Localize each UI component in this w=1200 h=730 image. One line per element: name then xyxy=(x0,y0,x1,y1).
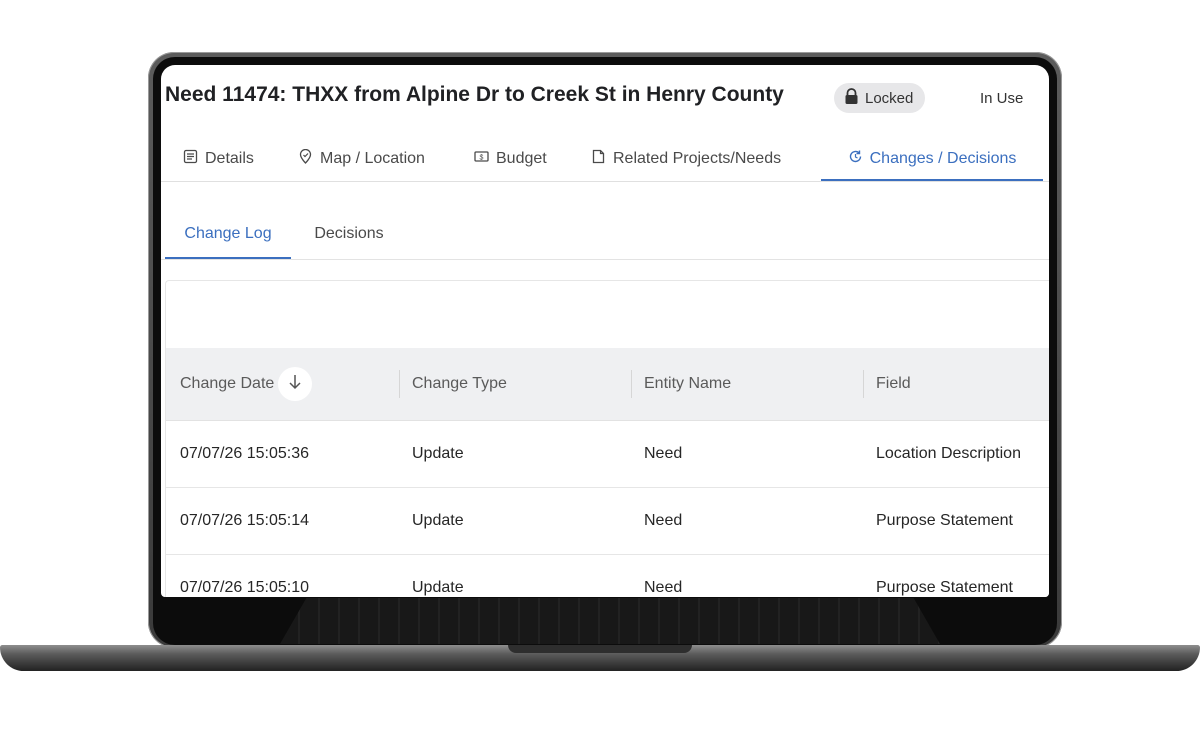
cell-entity-name: Need xyxy=(644,445,683,462)
sub-tabs: Change Log Decisions xyxy=(161,211,1049,260)
page-header: Need 11474: THXX from Alpine Dr to Creek… xyxy=(165,75,1045,115)
column-divider xyxy=(631,370,632,398)
cell-change-date: 07/07/26 15:05:14 xyxy=(180,512,310,529)
tab-related-projects[interactable]: Related Projects/Needs xyxy=(591,139,781,179)
table-row[interactable]: 07/07/26 15:05:14 Update Need Purpose St… xyxy=(166,488,1049,555)
column-header-field[interactable]: Field xyxy=(876,348,911,420)
laptop-keyboard-reflection xyxy=(280,598,940,644)
column-header-change-date[interactable]: Change Date xyxy=(180,348,313,420)
tab-label: Map / Location xyxy=(320,150,425,167)
column-divider xyxy=(399,370,400,398)
tab-label: Changes / Decisions xyxy=(869,150,1017,167)
tab-details[interactable]: Details xyxy=(183,139,254,179)
cell-change-type: Update xyxy=(412,579,464,596)
arrow-down-icon xyxy=(288,374,302,395)
subtab-decisions[interactable]: Decisions xyxy=(299,211,399,257)
change-log-table: Change Date Change Type Entity Name Fiel… xyxy=(165,280,1049,597)
lock-icon xyxy=(844,87,859,109)
history-icon xyxy=(848,149,863,169)
sort-button[interactable] xyxy=(278,367,313,401)
cell-change-date: 07/07/26 15:05:10 xyxy=(180,579,310,596)
tab-map-location[interactable]: Map / Location xyxy=(298,139,425,179)
tab-label: Details xyxy=(205,150,254,167)
in-use-status: In Use xyxy=(980,90,1024,107)
cell-entity-name: Need xyxy=(644,512,683,529)
app-screen: Need 11474: THXX from Alpine Dr to Creek… xyxy=(161,65,1049,597)
column-header-entity-name[interactable]: Entity Name xyxy=(644,348,731,420)
cell-change-type: Update xyxy=(412,445,464,462)
cell-change-type: Update xyxy=(412,512,464,529)
laptop-base-notch xyxy=(508,645,692,653)
map-pin-icon xyxy=(298,148,313,169)
column-header-label: Change Date xyxy=(180,375,275,392)
tab-label: Related Projects/Needs xyxy=(613,150,782,167)
cell-field: Purpose Statement xyxy=(876,579,1013,596)
cell-entity-name: Need xyxy=(644,579,683,596)
svg-text:$: $ xyxy=(480,155,484,162)
lock-label: Locked xyxy=(865,89,914,107)
document-icon xyxy=(183,149,198,169)
cell-field: Purpose Statement xyxy=(876,512,1013,529)
cell-change-date: 07/07/26 15:05:36 xyxy=(180,445,310,462)
dollar-icon: $ xyxy=(474,149,489,169)
table-row[interactable]: 07/07/26 15:05:36 Update Need Location D… xyxy=(166,421,1049,488)
table-row[interactable]: 07/07/26 15:05:10 Update Need Purpose St… xyxy=(166,555,1049,597)
main-tabs: Details Map / Location $ Budget Related … xyxy=(161,139,1049,182)
table-header: Change Date Change Type Entity Name Fiel… xyxy=(166,348,1049,421)
cell-field: Location Description xyxy=(876,445,1021,462)
subtab-change-log[interactable]: Change Log xyxy=(165,211,291,259)
column-header-change-type[interactable]: Change Type xyxy=(412,348,507,420)
file-icon xyxy=(591,149,606,169)
tab-label: Budget xyxy=(496,150,547,167)
column-divider xyxy=(863,370,864,398)
lock-status-chip[interactable]: Locked xyxy=(834,83,926,113)
tab-changes-decisions[interactable]: Changes / Decisions xyxy=(821,139,1043,181)
page-title: Need 11474: THXX from Alpine Dr to Creek… xyxy=(165,83,784,106)
tab-budget[interactable]: $ Budget xyxy=(474,139,547,179)
